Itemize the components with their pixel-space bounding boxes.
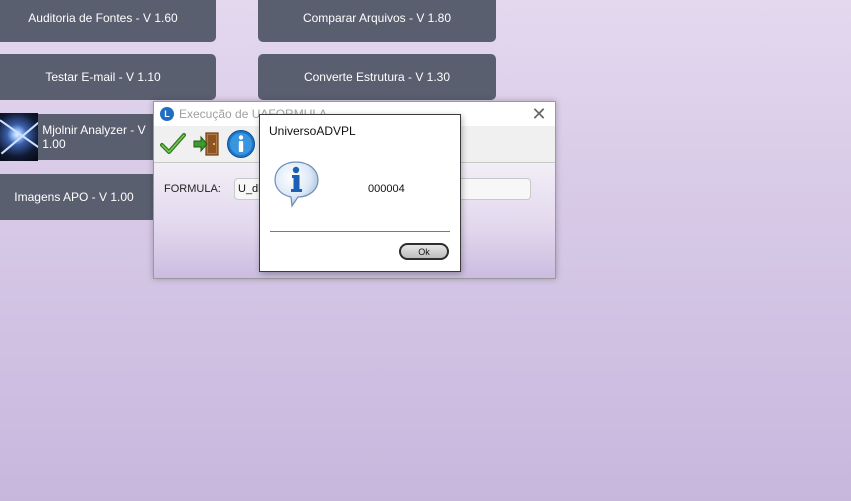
exit-door-icon[interactable] — [192, 129, 222, 159]
mjolnir-thumbnail-image — [0, 113, 39, 161]
tile-converte-estrutura[interactable]: Converte Estrutura - V 1.30 — [258, 54, 496, 100]
app-logo-icon: L — [160, 107, 174, 121]
tile-label: Auditoria de Fontes - V 1.60 — [28, 11, 178, 25]
tile-label: Testar E-mail - V 1.10 — [45, 70, 161, 84]
tile-mjolnir-analyzer[interactable]: Mjolnir Analyzer - V 1.00 — [0, 113, 158, 161]
tile-label: Converte Estrutura - V 1.30 — [303, 70, 451, 84]
tile-testar-email[interactable]: Testar E-mail - V 1.10 — [0, 54, 216, 100]
tile-comparar-arquivos[interactable]: Comparar Arquivos - V 1.80 — [258, 0, 496, 42]
info-icon[interactable] — [226, 129, 256, 159]
formula-label: FORMULA: — [164, 183, 221, 195]
tile-label: Mjolnir Analyzer - V 1.00 — [42, 123, 146, 151]
ok-button[interactable]: Ok — [399, 243, 449, 260]
dialog-divider — [270, 231, 450, 232]
tile-label: Imagens APO - V 1.00 — [14, 190, 134, 204]
tile-label: Comparar Arquivos - V 1.80 — [302, 11, 452, 25]
info-icon — [272, 159, 322, 214]
dialog-message: 000004 — [368, 183, 405, 195]
close-icon[interactable]: ✕ — [529, 104, 549, 124]
message-dialog: UniversoADVPL 000004 Ok — [259, 114, 461, 272]
tile-auditoria-de-fontes[interactable]: Auditoria de Fontes - V 1.60 — [0, 0, 216, 42]
dialog-title: UniversoADVPL — [269, 124, 356, 138]
tile-imagens-apo[interactable]: Imagens APO - V 1.00 — [0, 174, 158, 220]
confirm-check-icon[interactable] — [158, 129, 188, 159]
